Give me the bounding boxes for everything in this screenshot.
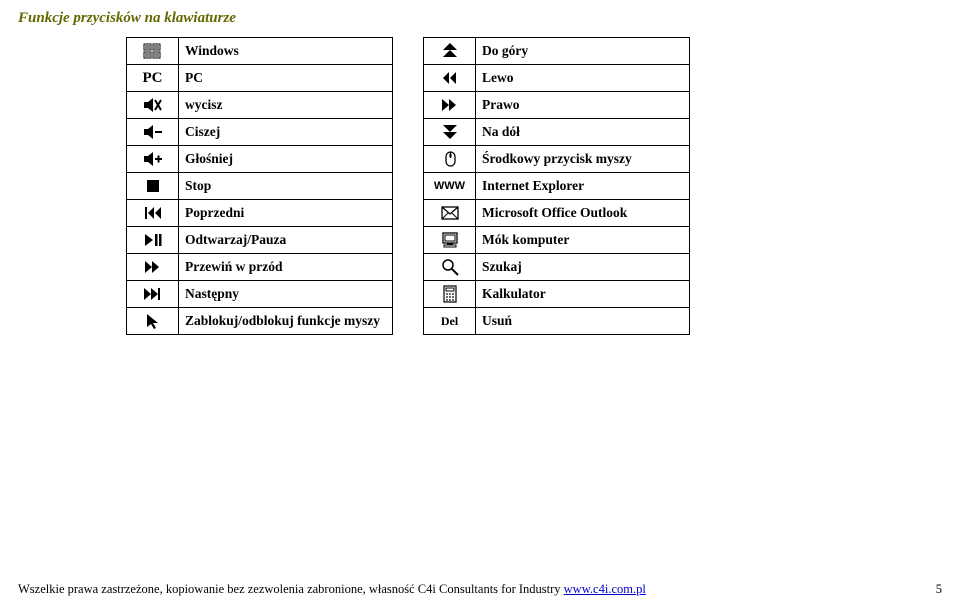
play-pause-icon <box>127 227 179 254</box>
tables-container: Windows PC PC wycisz Ciszej Głośniej Sto… <box>18 37 942 335</box>
label-prev: Poprzedni <box>179 200 393 227</box>
page-number: 5 <box>936 582 942 597</box>
stop-icon <box>127 173 179 200</box>
table-row: Przewiń w przód <box>127 254 393 281</box>
windows-icon <box>127 38 179 65</box>
table-row: Prawo <box>424 92 690 119</box>
table-row: Stop <box>127 173 393 200</box>
label-right: Prawo <box>476 92 690 119</box>
page-title: Funkcje przycisków na klawiaturze <box>18 10 942 27</box>
table-row: Środkowy przycisk myszy <box>424 146 690 173</box>
table-row: Ciszej <box>127 119 393 146</box>
right-table: Do góry Lewo Prawo Na dół Środkowy przyc… <box>423 37 690 335</box>
ffwd2-icon <box>424 92 476 119</box>
next-icon <box>127 281 179 308</box>
label-ffwd: Przewiń w przód <box>179 254 393 281</box>
label-search: Szukaj <box>476 254 690 281</box>
footer-text: Wszelkie prawa zastrzeżone, kopiowanie b… <box>18 582 646 597</box>
up-icon <box>424 38 476 65</box>
label-middle-mouse: Środkowy przycisk myszy <box>476 146 690 173</box>
table-row: Kalkulator <box>424 281 690 308</box>
table-row: Do góry <box>424 38 690 65</box>
label-my-computer: Mók komputer <box>476 227 690 254</box>
computer-icon <box>424 227 476 254</box>
table-row: PC PC <box>127 65 393 92</box>
mouse-icon <box>424 146 476 173</box>
label-stop: Stop <box>179 173 393 200</box>
table-row: Del Usuń <box>424 308 690 335</box>
table-row: WWW Internet Explorer <box>424 173 690 200</box>
rewind-icon <box>424 65 476 92</box>
www-icon: WWW <box>424 173 476 200</box>
label-lock-mouse: Zablokuj/odblokuj funkcje myszy <box>179 308 393 335</box>
label-outlook: Microsoft Office Outlook <box>476 200 690 227</box>
del-icon: Del <box>424 308 476 335</box>
table-row: Mók komputer <box>424 227 690 254</box>
vol-down-icon <box>127 119 179 146</box>
footer-link[interactable]: www.c4i.com.pl <box>564 582 646 596</box>
search-icon <box>424 254 476 281</box>
label-pc: PC <box>179 65 393 92</box>
mail-icon <box>424 200 476 227</box>
cursor-icon <box>127 308 179 335</box>
table-row: Szukaj <box>424 254 690 281</box>
label-down: Na dół <box>476 119 690 146</box>
label-vol-down: Ciszej <box>179 119 393 146</box>
label-left: Lewo <box>476 65 690 92</box>
label-windows: Windows <box>179 38 393 65</box>
footer: Wszelkie prawa zastrzeżone, kopiowanie b… <box>18 582 942 597</box>
table-row: Zablokuj/odblokuj funkcje myszy <box>127 308 393 335</box>
label-play-pause: Odtwarzaj/Pauza <box>179 227 393 254</box>
calc-icon <box>424 281 476 308</box>
down-icon <box>424 119 476 146</box>
label-vol-up: Głośniej <box>179 146 393 173</box>
table-row: Na dół <box>424 119 690 146</box>
table-row: Następny <box>127 281 393 308</box>
label-mute: wycisz <box>179 92 393 119</box>
footer-copy: Wszelkie prawa zastrzeżone, kopiowanie b… <box>18 582 564 596</box>
left-table: Windows PC PC wycisz Ciszej Głośniej Sto… <box>126 37 393 335</box>
table-row: Odtwarzaj/Pauza <box>127 227 393 254</box>
table-row: Lewo <box>424 65 690 92</box>
ffwd-icon <box>127 254 179 281</box>
mute-icon <box>127 92 179 119</box>
pc-icon: PC <box>127 65 179 92</box>
prev-icon <box>127 200 179 227</box>
table-row: Windows <box>127 38 393 65</box>
vol-up-icon <box>127 146 179 173</box>
table-row: Poprzedni <box>127 200 393 227</box>
label-up: Do góry <box>476 38 690 65</box>
table-row: Głośniej <box>127 146 393 173</box>
label-next: Następny <box>179 281 393 308</box>
table-row: Microsoft Office Outlook <box>424 200 690 227</box>
table-row: wycisz <box>127 92 393 119</box>
label-ie: Internet Explorer <box>476 173 690 200</box>
label-delete: Usuń <box>476 308 690 335</box>
label-calc: Kalkulator <box>476 281 690 308</box>
